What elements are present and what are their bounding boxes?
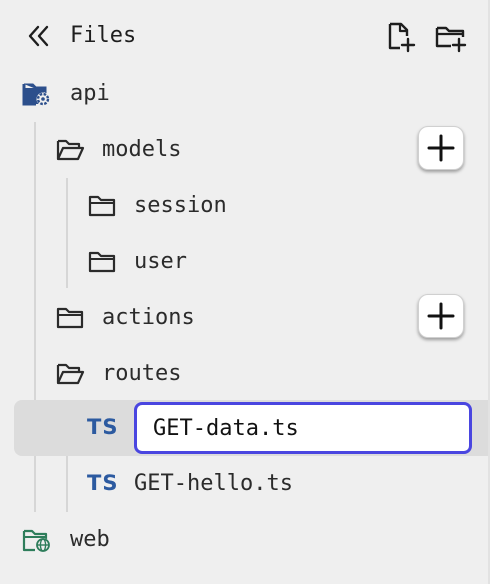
folder-icon bbox=[88, 251, 116, 273]
tree-item-user[interactable]: user bbox=[0, 234, 488, 290]
typescript-badge: TS bbox=[87, 471, 119, 495]
tree-item-label: api bbox=[70, 81, 110, 106]
plus-icon bbox=[427, 134, 455, 162]
tree-item-label: actions bbox=[102, 305, 195, 330]
tree-item-label: web bbox=[70, 527, 110, 552]
tree-item-label: user bbox=[134, 249, 187, 274]
add-to-actions-button[interactable] bbox=[418, 294, 464, 338]
folder-icon bbox=[56, 307, 84, 329]
collapse-sidebar-icon[interactable] bbox=[26, 22, 52, 50]
tree-item-label: models bbox=[102, 137, 182, 162]
tree-item-file-hello[interactable]: TS GET-hello.ts bbox=[0, 456, 488, 512]
tree-item-label: routes bbox=[102, 361, 182, 386]
plus-icon bbox=[427, 302, 455, 330]
tree-item-session[interactable]: session bbox=[0, 178, 488, 234]
folder-globe-icon bbox=[22, 529, 50, 552]
add-to-models-button[interactable] bbox=[418, 126, 464, 170]
explorer-header: Files bbox=[0, 0, 488, 72]
file-explorer-panel: Files api models session user actions ro… bbox=[0, 0, 490, 584]
explorer-title: Files bbox=[70, 23, 137, 48]
tree-item-label: session bbox=[134, 193, 227, 218]
tree-item-routes[interactable]: routes bbox=[0, 346, 488, 402]
new-file-icon[interactable] bbox=[384, 20, 418, 54]
folder-open-icon bbox=[56, 363, 85, 385]
folder-open-icon bbox=[56, 139, 85, 161]
folder-icon bbox=[88, 195, 116, 217]
new-folder-icon[interactable] bbox=[434, 20, 468, 54]
tree-item-api[interactable]: api bbox=[0, 66, 488, 122]
folder-settings-icon bbox=[22, 83, 50, 106]
tree-item-actions[interactable]: actions bbox=[0, 290, 488, 346]
typescript-badge: TS bbox=[87, 415, 119, 439]
tree-item-models[interactable]: models bbox=[0, 122, 488, 178]
rename-file-input[interactable] bbox=[134, 402, 472, 454]
tree-item-web[interactable]: web bbox=[0, 512, 488, 568]
tree-item-label: GET-hello.ts bbox=[134, 471, 293, 496]
